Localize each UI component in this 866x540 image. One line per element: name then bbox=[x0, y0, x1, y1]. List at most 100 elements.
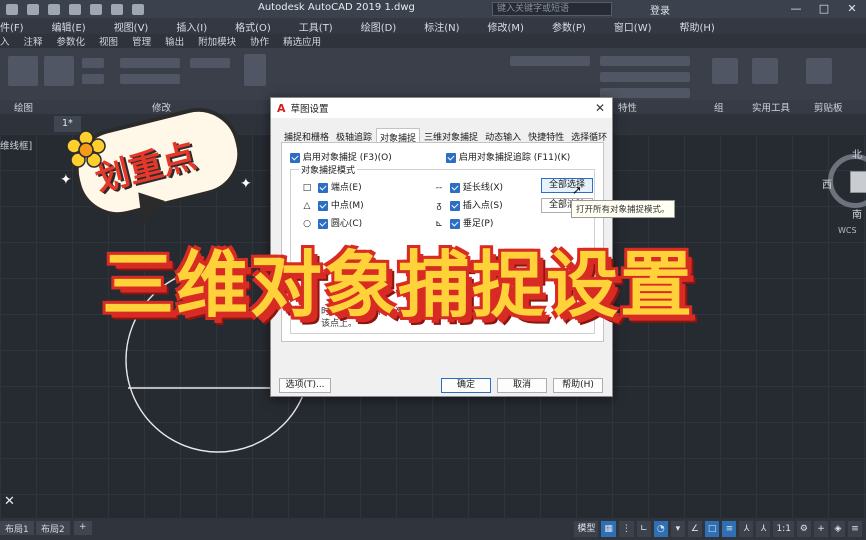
dialog-title-bar[interactable]: A 草图设置 bbox=[271, 98, 612, 118]
menu-help[interactable]: 帮助(H) bbox=[680, 19, 715, 34]
osnap-icon[interactable]: □ bbox=[704, 521, 720, 537]
panel-properties-title[interactable]: 特性 bbox=[618, 100, 637, 114]
ortho-icon[interactable]: ∟ bbox=[636, 521, 651, 537]
menu-edit[interactable]: 编辑(E) bbox=[52, 19, 86, 34]
group-tool-icon[interactable] bbox=[712, 58, 738, 84]
panel-clipboard-title[interactable]: 剪贴板 bbox=[814, 100, 843, 114]
enable-tracking-option[interactable]: 启用对象捕捉追踪 (F11)(K) bbox=[446, 150, 570, 163]
login-link[interactable]: 登录 bbox=[650, 2, 670, 17]
close-button[interactable]: ✕ bbox=[838, 0, 866, 18]
panel-groups-title[interactable]: 组 bbox=[714, 100, 724, 114]
dialog-close-icon[interactable]: ✕ bbox=[595, 101, 605, 115]
insertion-checkbox[interactable] bbox=[450, 200, 460, 211]
panel-modify-title[interactable]: 修改 bbox=[152, 100, 171, 114]
saveas-icon[interactable] bbox=[48, 3, 60, 15]
menu-window[interactable]: 窗口(W) bbox=[614, 19, 652, 34]
mode-endpoint[interactable]: □ 端点(E) bbox=[301, 180, 362, 193]
menu-tools[interactable]: 工具(T) bbox=[299, 19, 333, 34]
ribbon-tab-view[interactable]: 视图 bbox=[99, 34, 118, 48]
viewport-label[interactable]: 维线框] bbox=[0, 138, 32, 152]
model-space-button[interactable]: 模型 bbox=[574, 521, 599, 537]
ribbon-tab-addins[interactable]: 附加模块 bbox=[198, 34, 236, 48]
arc-tool-icon[interactable] bbox=[82, 74, 104, 84]
menu-format[interactable]: 格式(O) bbox=[235, 19, 271, 34]
menu-file[interactable]: 件(F) bbox=[0, 19, 24, 34]
lineweight-icon[interactable]: ≡ bbox=[722, 521, 737, 537]
utilities-tool-icon[interactable] bbox=[752, 58, 778, 84]
endpoint-checkbox[interactable] bbox=[318, 182, 328, 193]
clipboard-tool-icon[interactable] bbox=[806, 58, 832, 84]
ribbon-tab-insert[interactable]: 入 bbox=[0, 34, 10, 48]
annotation-scale-icon[interactable]: ⅄ bbox=[756, 521, 771, 537]
isolate-icon[interactable]: ◈ bbox=[831, 521, 845, 537]
line-tool-icon[interactable] bbox=[8, 56, 38, 86]
print-icon[interactable] bbox=[69, 3, 81, 15]
enable-osnap-checkbox[interactable] bbox=[290, 152, 300, 163]
layer-tool-icon[interactable] bbox=[510, 56, 590, 66]
window-controls: — □ ✕ bbox=[782, 0, 866, 18]
panel-utilities-title[interactable]: 实用工具 bbox=[752, 100, 790, 114]
circle-tool-icon[interactable] bbox=[82, 58, 104, 68]
open-icon[interactable] bbox=[6, 3, 18, 15]
lineweight-dropdown[interactable] bbox=[600, 88, 690, 98]
extension-checkbox[interactable] bbox=[450, 182, 460, 193]
wcs-label[interactable]: WCS bbox=[838, 226, 857, 235]
menu-draw[interactable]: 绘图(D) bbox=[361, 19, 397, 34]
plot-icon[interactable] bbox=[90, 3, 102, 15]
search-input[interactable]: 键入关键字或短语 bbox=[492, 2, 612, 16]
menu-modify[interactable]: 修改(M) bbox=[488, 19, 524, 34]
midpoint-checkbox[interactable] bbox=[318, 200, 328, 211]
enable-osnap-option[interactable]: 启用对象捕捉 (F3)(O) bbox=[290, 150, 392, 163]
mode-insertion[interactable]: ᵹ 插入点(S) bbox=[433, 198, 503, 211]
mode-midpoint[interactable]: △ 中点(M) bbox=[301, 198, 364, 211]
ribbon-tab-output[interactable]: 输出 bbox=[165, 34, 184, 48]
cancel-button[interactable]: 取消 bbox=[497, 378, 547, 393]
app-title: Autodesk AutoCAD 2019 1.dwg bbox=[258, 2, 415, 13]
polar-icon[interactable]: ◔ bbox=[653, 521, 668, 537]
help-button[interactable]: 帮助(H) bbox=[553, 378, 603, 393]
layout-tab-1[interactable]: 布局1 bbox=[0, 521, 34, 535]
panel-draw-title[interactable]: 绘图 bbox=[14, 100, 33, 114]
grid-icon[interactable]: ▦ bbox=[601, 521, 616, 537]
ribbon-tab-manage[interactable]: 管理 bbox=[132, 34, 151, 48]
undo-icon[interactable] bbox=[111, 3, 123, 15]
maximize-button[interactable]: □ bbox=[810, 0, 838, 18]
menu-view[interactable]: 视图(V) bbox=[114, 19, 149, 34]
rotate-tool-icon[interactable] bbox=[190, 58, 230, 68]
text-tool-icon[interactable] bbox=[244, 54, 266, 86]
save-icon[interactable] bbox=[27, 3, 39, 15]
enable-tracking-checkbox[interactable] bbox=[446, 152, 456, 163]
viewcube-face[interactable] bbox=[850, 171, 866, 193]
move-tool-icon[interactable] bbox=[120, 58, 180, 68]
gear-icon[interactable]: ⚙ bbox=[796, 521, 811, 537]
sparkle-icon: ✦ bbox=[60, 172, 72, 188]
snap-icon[interactable]: ⋮ bbox=[618, 521, 634, 537]
options-button[interactable]: 选项(T)... bbox=[279, 378, 331, 393]
customize-icon[interactable]: ≡ bbox=[848, 521, 862, 537]
menu-parametric[interactable]: 参数(P) bbox=[552, 19, 586, 34]
ribbon-tab-featured[interactable]: 精选应用 bbox=[283, 34, 321, 48]
copy-tool-icon[interactable] bbox=[120, 74, 180, 84]
add-layout-button[interactable]: + bbox=[74, 521, 92, 535]
isodraft-icon[interactable]: ▾ bbox=[670, 521, 685, 537]
minimize-button[interactable]: — bbox=[782, 0, 810, 18]
ribbon-tab-parametric[interactable]: 参数化 bbox=[57, 34, 86, 48]
redo-icon[interactable] bbox=[132, 3, 144, 15]
annotation-icon[interactable]: ⅄ bbox=[739, 521, 754, 537]
linetype-dropdown[interactable] bbox=[600, 72, 690, 82]
mode-extension[interactable]: -- 延长线(X) bbox=[433, 180, 503, 193]
ribbon-tab-annotate[interactable]: 注释 bbox=[24, 34, 43, 48]
osnap-tracking-icon[interactable]: ∠ bbox=[687, 521, 702, 537]
select-all-button[interactable]: 全部选择 bbox=[541, 178, 593, 193]
viewcube[interactable]: 北 西 南 bbox=[822, 148, 866, 221]
menu-insert[interactable]: 插入(I) bbox=[176, 19, 207, 34]
ribbon-tab-collaborate[interactable]: 协作 bbox=[250, 34, 269, 48]
menu-dimension[interactable]: 标注(N) bbox=[424, 19, 459, 34]
color-dropdown[interactable] bbox=[600, 56, 690, 66]
polyline-tool-icon[interactable] bbox=[44, 56, 74, 86]
scale-readout[interactable]: 1:1 bbox=[773, 521, 794, 537]
extension-icon: -- bbox=[435, 183, 443, 193]
ok-button[interactable]: 确定 bbox=[441, 378, 491, 393]
layout-tab-2[interactable]: 布局2 bbox=[36, 521, 70, 535]
plus-icon[interactable]: + bbox=[814, 521, 828, 537]
